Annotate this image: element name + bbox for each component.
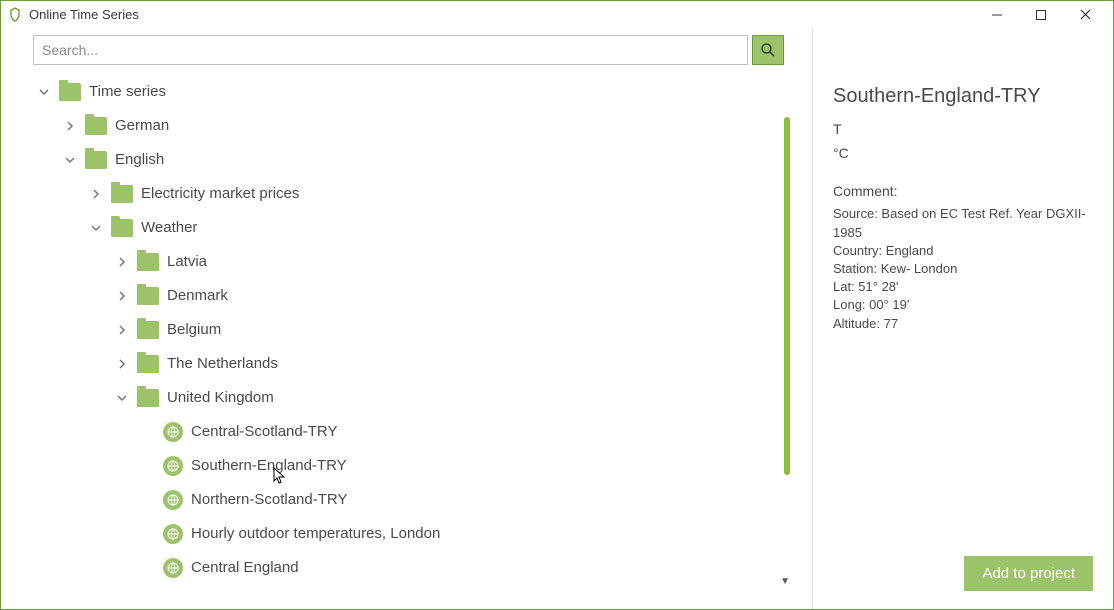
tree-item[interactable]: Southern-England-TRY xyxy=(31,449,782,483)
folder-icon xyxy=(137,389,159,407)
dataset-icon xyxy=(163,558,183,578)
detail-unit: °C xyxy=(833,142,1093,166)
window: Online Time Series Time seriesGermanEngl… xyxy=(0,0,1114,610)
tree[interactable]: Time seriesGermanEnglishElectricity mark… xyxy=(31,75,782,599)
chevron-right-icon[interactable] xyxy=(117,257,133,267)
tree-folder[interactable]: United Kingdom xyxy=(31,381,782,415)
tree-item-label: Latvia xyxy=(167,245,207,279)
tree-item-label: Central England xyxy=(191,551,299,585)
tree-folder[interactable]: Electricity market prices xyxy=(31,177,782,211)
dataset-icon xyxy=(163,524,183,544)
close-button[interactable] xyxy=(1063,1,1107,29)
tree-folder[interactable]: Time series xyxy=(31,75,782,109)
chevron-down-icon[interactable] xyxy=(39,87,55,97)
detail-quantity: T xyxy=(833,118,1093,142)
scrollbar[interactable] xyxy=(784,117,790,475)
tree-item-label: Denmark xyxy=(167,279,228,313)
tree-item-label: German xyxy=(115,109,169,143)
folder-icon xyxy=(111,185,133,203)
tree-item-label: Northern-Scotland-TRY xyxy=(191,483,347,517)
tree-item-label: Hourly outdoor temperatures, London xyxy=(191,517,440,551)
tree-item-label: Time series xyxy=(89,75,166,109)
tree-item-label: English xyxy=(115,143,164,177)
tree-folder[interactable]: Weather xyxy=(31,211,782,245)
window-title: Online Time Series xyxy=(29,7,975,22)
chevron-down-icon[interactable] xyxy=(117,393,133,403)
scroll-down-icon[interactable]: ▼ xyxy=(780,576,790,587)
left-panel: Time seriesGermanEnglishElectricity mark… xyxy=(1,29,813,609)
tree-folder[interactable]: English xyxy=(31,143,782,177)
folder-icon xyxy=(85,117,107,135)
chevron-down-icon[interactable] xyxy=(91,223,107,233)
tree-item-label: Belgium xyxy=(167,313,221,347)
tree-item-label: United Kingdom xyxy=(167,381,274,415)
titlebar: Online Time Series xyxy=(1,1,1113,29)
folder-icon xyxy=(85,151,107,169)
add-to-project-button[interactable]: Add to project xyxy=(964,556,1093,591)
tree-item-label: The Netherlands xyxy=(167,347,278,381)
tree-item-label: Electricity market prices xyxy=(141,177,299,211)
tree-item[interactable]: Hourly outdoor temperatures, London xyxy=(31,517,782,551)
maximize-button[interactable] xyxy=(1019,1,1063,29)
chevron-down-icon[interactable] xyxy=(65,155,81,165)
folder-icon xyxy=(137,355,159,373)
folder-icon xyxy=(137,253,159,271)
search-button[interactable] xyxy=(752,35,784,65)
app-icon xyxy=(7,7,23,23)
detail-comment-label: Comment: xyxy=(833,180,1093,204)
tree-folder[interactable]: Denmark xyxy=(31,279,782,313)
search-row xyxy=(1,35,812,71)
tree-folder[interactable]: German xyxy=(31,109,782,143)
search-input[interactable] xyxy=(33,35,748,65)
tree-container: Time seriesGermanEnglishElectricity mark… xyxy=(1,71,812,603)
search-icon xyxy=(760,42,776,58)
chevron-right-icon[interactable] xyxy=(65,121,81,131)
body: Time seriesGermanEnglishElectricity mark… xyxy=(1,29,1113,609)
tree-folder[interactable]: Belgium xyxy=(31,313,782,347)
tree-item[interactable]: Central-Scotland-TRY xyxy=(31,415,782,449)
tree-item[interactable]: Northern-Scotland-TRY xyxy=(31,483,782,517)
chevron-right-icon[interactable] xyxy=(91,189,107,199)
dataset-icon xyxy=(163,490,183,510)
tree-folder[interactable]: Latvia xyxy=(31,245,782,279)
dataset-icon xyxy=(163,422,183,442)
tree-item-label: Central-Scotland-TRY xyxy=(191,415,337,449)
chevron-right-icon[interactable] xyxy=(117,359,133,369)
detail-title: Southern-England-TRY xyxy=(833,85,1093,108)
chevron-right-icon[interactable] xyxy=(117,291,133,301)
folder-icon xyxy=(59,83,81,101)
chevron-right-icon[interactable] xyxy=(117,325,133,335)
detail-panel: Southern-England-TRY T °C Comment: Sourc… xyxy=(813,29,1113,609)
dataset-icon xyxy=(163,456,183,476)
tree-item[interactable]: Central England xyxy=(31,551,782,585)
minimize-button[interactable] xyxy=(975,1,1019,29)
tree-item-label: Southern-England-TRY xyxy=(191,449,347,483)
folder-icon xyxy=(137,287,159,305)
tree-item-label: Weather xyxy=(141,211,197,245)
detail-comment: Source: Based on EC Test Ref. Year DGXII… xyxy=(833,205,1093,332)
tree-folder[interactable]: The Netherlands xyxy=(31,347,782,381)
folder-icon xyxy=(137,321,159,339)
folder-icon xyxy=(111,219,133,237)
